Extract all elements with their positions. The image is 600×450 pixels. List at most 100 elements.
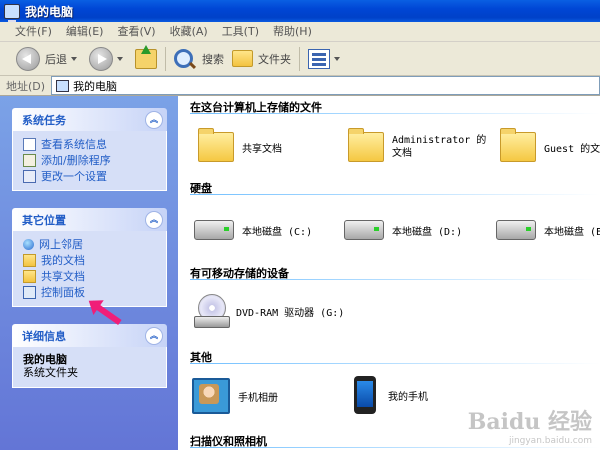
system-tasks-panel: 系统任务 ︽ 查看系统信息 添加/删除程序 更改一个设置 [12,108,167,191]
hard-disk-icon [496,220,536,240]
back-arrow-icon [16,46,40,71]
control-panel-icon [23,285,36,299]
details-name: 我的电脑 [23,353,67,366]
item-label: DVD-RAM 驱动器 (G:) [236,307,345,319]
panel-title: 系统任务 [22,113,66,127]
menu-file[interactable]: 文件(F) [8,22,59,41]
address-bar: 地址(D) 我的电脑 [0,76,600,96]
search-icon [174,49,193,68]
folder-icon [232,50,253,67]
folder-icon [348,128,384,162]
settings-icon [23,169,36,183]
details-header[interactable]: 详细信息 ︽ [12,324,167,347]
system-info-icon [23,137,36,151]
group-divider [190,194,600,195]
panel-title: 详细信息 [22,329,66,343]
menu-view[interactable]: 查看(V) [110,22,162,41]
item-label: 本地磁盘 (D:) [392,226,463,238]
menu-help[interactable]: 帮助(H) [266,22,319,41]
task-change-setting[interactable]: 更改一个设置 [13,168,166,184]
item-label: 我的手机 [388,391,428,403]
up-button[interactable] [131,44,161,73]
back-button[interactable]: 后退 [12,45,85,73]
item-administrator-documents[interactable]: Administrator 的文档 [348,128,488,162]
group-divider [190,279,600,280]
forward-button[interactable] [85,45,131,73]
place-label: 我的文档 [41,254,85,267]
item-label: 本地磁盘 (E:) [544,226,600,238]
add-remove-programs-icon [23,153,36,167]
item-my-phone[interactable]: 我的手机 [348,376,428,414]
item-guest-documents[interactable]: Guest 的文档 [500,128,600,162]
chevron-down-icon[interactable] [71,56,77,61]
folder-up-icon [135,44,157,69]
chevron-down-icon[interactable] [334,56,340,61]
hard-disk-icon [194,220,234,240]
item-local-disk-c[interactable]: 本地磁盘 (C:) [194,220,312,240]
address-value: 我的电脑 [73,79,118,93]
panel-body: 查看系统信息 添加/删除程序 更改一个设置 [12,131,167,191]
shared-folder-icon [23,269,36,283]
item-label: 共享文档 [242,143,282,155]
my-documents-icon [23,253,36,267]
toolbar-separator [165,46,166,71]
place-label: 网上邻居 [39,238,83,251]
item-label: Administrator 的文档 [392,135,487,159]
views-button[interactable] [304,45,348,73]
item-label: 本地磁盘 (C:) [242,226,313,238]
task-add-remove-programs[interactable]: 添加/删除程序 [13,152,166,168]
watermark: Baidu 经验 jingyan.baidu.com [468,404,592,446]
task-view-system-info[interactable]: 查看系统信息 [13,136,166,152]
system-tasks-header[interactable]: 系统任务 ︽ [12,108,167,131]
menu-favorites[interactable]: 收藏(A) [163,22,215,41]
collapse-icon[interactable]: ︽ [145,210,163,229]
photo-album-icon [192,378,230,414]
item-label: Guest 的文档 [544,143,600,155]
panel-body: 我的电脑 系统文件夹 [12,347,167,388]
network-places-icon [23,238,34,250]
hard-disk-icon [344,220,384,240]
other-places-panel: 其它位置 ︽ 网上邻居 我的文档 共享文档 控制面板 [12,208,167,307]
my-computer-icon [56,79,70,92]
watermark-logo: Baidu 经验 [467,409,592,435]
item-label: 手机相册 [238,392,278,404]
panel-body: 网上邻居 我的文档 共享文档 控制面板 [12,231,167,307]
folders-button[interactable]: 文件夹 [228,45,295,73]
menu-tools[interactable]: 工具(T) [215,22,266,41]
menu-edit[interactable]: 编辑(E) [59,22,111,41]
title-bar[interactable]: 我的电脑 [0,0,600,22]
item-dvd-drive[interactable]: DVD-RAM 驱动器 (G:) [194,294,344,328]
watermark-url: jingyan.baidu.com [508,436,592,446]
toolbar: 后退 搜索 文件夹 [0,42,600,76]
folder-icon [198,128,234,162]
chevron-down-icon[interactable] [117,56,123,61]
place-label: 共享文档 [41,270,85,283]
content-pane: 在这台计算机上存储的文件 共享文档 Administrator 的文档 Gues… [178,96,600,450]
place-label: 控制面板 [41,286,85,299]
item-local-disk-e[interactable]: 本地磁盘 (E:) [496,220,600,240]
dvd-drive-icon [194,294,230,328]
mobile-phone-icon [354,376,376,414]
views-icon [308,48,330,69]
task-label: 更改一个设置 [41,170,107,183]
window-title: 我的电脑 [25,4,74,19]
place-shared-documents[interactable]: 共享文档 [13,268,166,284]
address-input[interactable]: 我的电脑 [51,76,600,95]
collapse-icon[interactable]: ︽ [145,326,163,345]
item-local-disk-d[interactable]: 本地磁盘 (D:) [344,220,462,240]
details-panel: 详细信息 ︽ 我的电脑 系统文件夹 [12,324,167,388]
folders-label: 文件夹 [258,52,291,66]
dvd-tray-icon [194,316,230,328]
task-pane: 系统任务 ︽ 查看系统信息 添加/删除程序 更改一个设置 其它位置 ︽ 网上邻居… [0,96,178,450]
item-shared-documents[interactable]: 共享文档 [198,128,282,162]
address-label: 地址(D) [6,79,46,93]
search-button[interactable]: 搜索 [170,45,228,73]
collapse-icon[interactable]: ︽ [145,110,163,129]
place-network[interactable]: 网上邻居 [13,236,166,252]
item-phone-album[interactable]: 手机相册 [192,378,278,414]
toolbar-separator [299,46,300,71]
other-places-header[interactable]: 其它位置 ︽ [12,208,167,231]
group-divider [190,447,600,448]
place-my-documents[interactable]: 我的文档 [13,252,166,268]
search-label: 搜索 [202,52,224,66]
